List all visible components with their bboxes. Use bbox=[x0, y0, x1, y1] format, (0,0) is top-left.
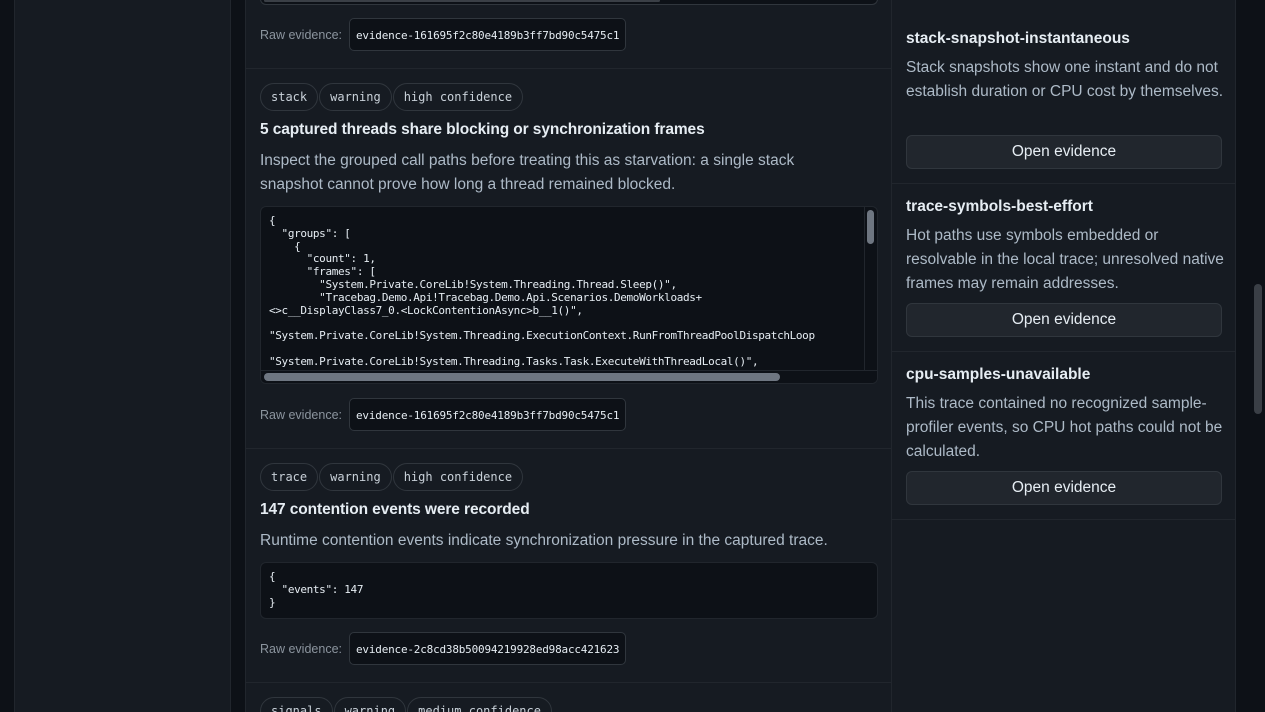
finding-title: 5 captured threads share blocking or syn… bbox=[260, 121, 705, 138]
raw-evidence-label: Raw evidence: bbox=[260, 407, 342, 422]
note-title: trace-symbols-best-effort bbox=[906, 198, 1093, 215]
finding-divider bbox=[246, 682, 891, 683]
horizontal-scrollbar-thumb[interactable] bbox=[264, 373, 780, 381]
finding-divider bbox=[246, 448, 891, 449]
note-description: Stack snapshots show one instant and do … bbox=[906, 59, 1224, 100]
raw-evidence-row: Raw evidence: evidence-2c8cd38b500942199… bbox=[260, 632, 627, 665]
finding-code-block[interactable]: { "groups": [ { "count": 1, "frames": [ … bbox=[260, 206, 878, 384]
finding-code-block[interactable]: { "events": 147 } bbox=[260, 562, 878, 619]
note-description: Hot paths use symbols embedded or resolv… bbox=[906, 227, 1224, 292]
code-content: { "groups": [ { "count": 1, "frames": [ … bbox=[269, 214, 815, 368]
badge-category: stack bbox=[260, 83, 319, 111]
raw-evidence-id[interactable]: evidence-2c8cd38b50094219928ed98acc42162… bbox=[349, 632, 627, 665]
code-block-fragment bbox=[260, 0, 878, 5]
badge-confidence: high confidence bbox=[392, 463, 524, 491]
note-title: stack-snapshot-instantaneous bbox=[906, 30, 1130, 47]
badge-severity: warning bbox=[319, 463, 392, 491]
badge-category: trace bbox=[260, 463, 319, 491]
badge-confidence: high confidence bbox=[392, 83, 524, 111]
note-divider bbox=[892, 183, 1235, 184]
raw-evidence-label: Raw evidence: bbox=[260, 641, 342, 656]
finding-badges: trace warning high confidence bbox=[260, 463, 524, 491]
finding-badges: stack warning high confidence bbox=[260, 83, 524, 111]
badge-severity: warning bbox=[333, 697, 407, 712]
page-scrollbar[interactable] bbox=[1251, 0, 1265, 712]
raw-evidence-id[interactable]: evidence-161695f2c80e4189b3ff7bd90c5475c… bbox=[349, 18, 627, 51]
raw-evidence-label: Raw evidence: bbox=[260, 27, 342, 42]
badge-severity: warning bbox=[319, 83, 392, 111]
finding-description: Runtime contention events indicate synch… bbox=[260, 532, 828, 549]
raw-evidence-row: Raw evidence: evidence-161695f2c80e4189b… bbox=[260, 18, 627, 51]
left-sidebar bbox=[14, 0, 231, 712]
badge-confidence: medium confidence bbox=[407, 697, 552, 712]
note-description: This trace contained no recognized sampl… bbox=[906, 395, 1223, 460]
findings-list: Raw evidence: evidence-161695f2c80e4189b… bbox=[245, 0, 892, 712]
page-scrollbar-thumb[interactable] bbox=[1254, 284, 1262, 414]
note-divider bbox=[892, 351, 1235, 352]
badge-category: signals bbox=[260, 697, 333, 712]
notes-panel: stack-snapshot-instantaneous Stack snaps… bbox=[892, 0, 1236, 712]
vertical-scrollbar-thumb[interactable] bbox=[867, 210, 874, 244]
note-divider bbox=[892, 519, 1235, 520]
note-title: cpu-samples-unavailable bbox=[906, 366, 1091, 383]
open-evidence-button[interactable]: Open evidence bbox=[906, 471, 1222, 505]
code-content: { "events": 147 } bbox=[269, 570, 364, 609]
finding-badges: signals warning medium confidence bbox=[260, 697, 552, 712]
open-evidence-button[interactable]: Open evidence bbox=[906, 303, 1222, 337]
raw-evidence-id[interactable]: evidence-161695f2c80e4189b3ff7bd90c5475c… bbox=[349, 398, 627, 431]
finding-divider bbox=[246, 68, 891, 69]
horizontal-scrollbar[interactable] bbox=[264, 0, 660, 2]
finding-description: Inspect the grouped call paths before tr… bbox=[260, 152, 795, 193]
open-evidence-button[interactable]: Open evidence bbox=[906, 135, 1222, 169]
finding-title: 147 contention events were recorded bbox=[260, 501, 530, 518]
raw-evidence-row: Raw evidence: evidence-161695f2c80e4189b… bbox=[260, 398, 627, 431]
